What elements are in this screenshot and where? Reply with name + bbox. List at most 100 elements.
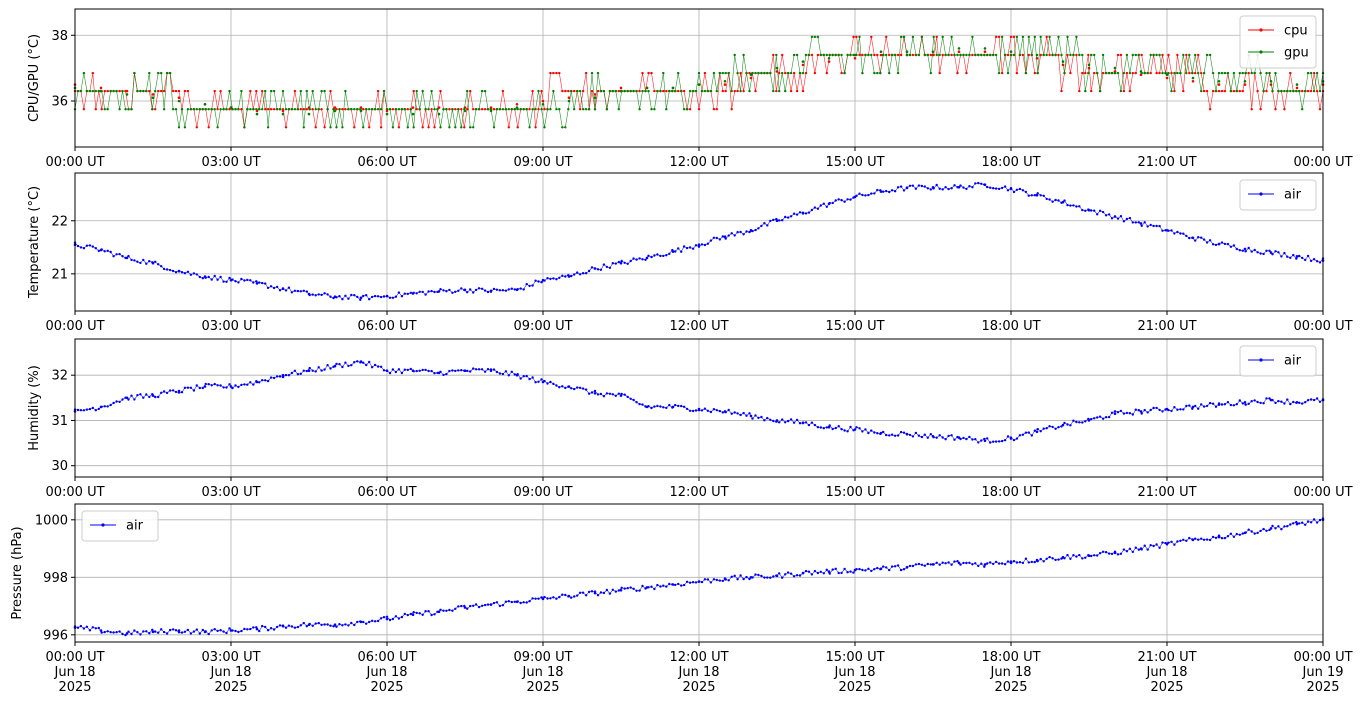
data-point [926,562,929,566]
data-point [888,53,891,57]
data-point [174,108,178,111]
data-point [1045,557,1048,560]
data-point [430,89,433,93]
data-point [1113,410,1117,413]
data-point [1253,532,1256,535]
data-point [926,436,929,439]
data-point [133,259,136,262]
data-point [1003,563,1007,566]
data-point [483,289,487,292]
data-point [980,182,983,185]
data-point [246,108,249,111]
data-point [516,126,519,129]
data-point [1018,561,1022,564]
data-point [879,567,883,570]
data-point [1039,35,1042,39]
data-point [983,563,987,566]
data-point [1125,550,1129,553]
data-point [1226,401,1230,404]
data-point [680,89,683,93]
data-point [831,568,834,571]
data-point [457,605,460,608]
data-point [694,409,698,412]
data-point [781,576,784,579]
data-point [370,295,374,299]
data-point [858,53,861,57]
data-point [896,186,900,189]
data-point [480,89,484,93]
data-point [997,187,1001,191]
data-point [125,93,129,96]
data-point [804,71,808,75]
data-point [1158,408,1161,412]
data-point [682,583,686,587]
data-point [130,394,133,397]
data-point [207,275,210,279]
data-point [736,231,739,234]
data-point [275,625,279,629]
data-point [555,597,558,600]
data-point [302,108,305,111]
data-point [867,193,870,197]
data-point [957,47,961,50]
data-point [647,89,650,93]
data-point [798,71,802,75]
data-point [1101,550,1105,553]
data-point [136,631,139,634]
data-point [370,108,374,111]
data-point [852,571,855,574]
data-point [965,561,968,565]
data-point [1000,186,1004,190]
data-point [703,578,707,581]
data-point [757,71,760,75]
data-point [1214,536,1218,540]
data-point [174,89,178,93]
data-point [570,274,573,278]
data-point [1170,540,1173,543]
data-point [697,71,701,75]
data-point [1158,224,1161,228]
data-point [1208,538,1212,542]
data-point [1244,250,1247,253]
data-point [989,441,992,444]
data-point [243,279,246,282]
data-point [261,108,264,111]
data-point [947,434,950,438]
data-point [154,630,157,633]
data-point [727,71,730,75]
data-point [1042,560,1045,563]
data-point [742,233,745,236]
data-point [171,389,175,392]
data-point [382,616,386,619]
data-point [784,573,787,576]
data-point [460,369,463,372]
data-point [1289,523,1292,526]
data-point [801,571,805,575]
data-point [656,253,659,256]
data-point [406,108,409,111]
data-point [1152,544,1155,548]
data-point [843,567,846,571]
data-point [1078,421,1081,424]
data-point [99,89,103,93]
data-point [549,380,552,384]
data-point [718,71,721,75]
data-point [810,421,814,424]
data-point [103,630,106,634]
data-point [1110,552,1114,556]
data-point [1182,408,1185,411]
data-point [1012,35,1016,39]
data-point [335,126,338,129]
data-point [1042,427,1045,430]
data-point [888,190,891,194]
data-point [584,71,588,75]
data-point [445,108,448,111]
data-point [362,620,365,624]
data-point [1283,108,1286,111]
data-point [216,384,219,387]
data-point [1188,536,1191,540]
data-point [201,277,204,280]
data-point [935,183,938,187]
data-point [534,597,537,600]
data-point [617,260,620,264]
